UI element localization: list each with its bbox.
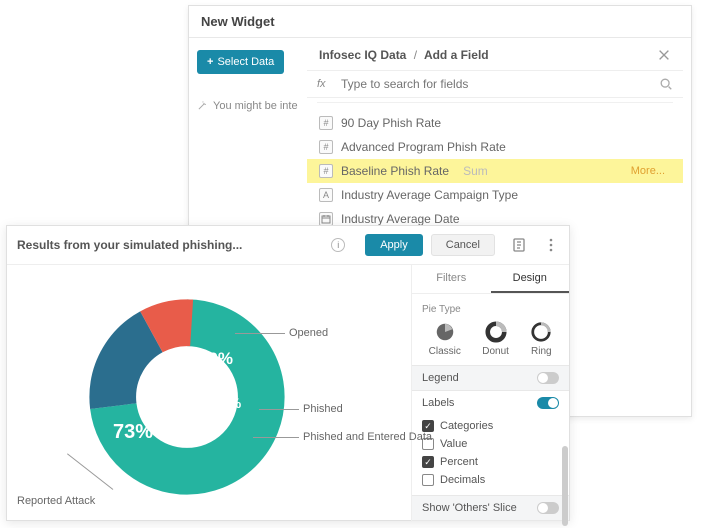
- labels-checklist: ✓Categories Value ✓Percent Decimals: [412, 415, 569, 495]
- show-others-toggle[interactable]: [537, 502, 559, 514]
- type-icon: A: [319, 188, 333, 202]
- field-search-input[interactable]: [341, 77, 651, 91]
- type-icon: #: [319, 116, 333, 130]
- hint-text: You might be inte: [213, 100, 298, 112]
- close-icon[interactable]: [657, 48, 671, 62]
- results-panel: Results from your simulated phishing... …: [6, 225, 570, 521]
- check-decimals[interactable]: Decimals: [422, 471, 559, 489]
- leader-line: [253, 437, 299, 438]
- leader-line: [259, 409, 299, 410]
- donut-chart: 19% 9% 73%: [89, 299, 285, 495]
- wand-icon: [197, 101, 207, 111]
- field-name: Advanced Program Phish Rate: [341, 140, 506, 154]
- donut-svg: [89, 299, 285, 495]
- tab-design[interactable]: Design: [491, 265, 570, 293]
- field-picker-header: Infosec IQ Data / Add a Field: [307, 40, 683, 71]
- field-item[interactable]: # Baseline Phish Rate Sum More...: [307, 159, 683, 183]
- pie-type-label: Pie Type: [412, 294, 569, 321]
- field-name: Baseline Phish Rate: [341, 164, 449, 178]
- field-picker-title: Infosec IQ Data / Add a Field: [319, 48, 489, 62]
- widget-left-column: + Select Data You might be inte: [189, 40, 307, 122]
- show-others-row: Show 'Others' Slice: [412, 495, 569, 521]
- pie-type-ring-label: Ring: [531, 346, 552, 357]
- panel-title: New Widget: [189, 6, 691, 38]
- select-data-label: Select Data: [217, 56, 274, 68]
- plus-icon: +: [207, 56, 213, 68]
- search-icon[interactable]: [659, 77, 673, 91]
- field-search-row: fx: [307, 71, 683, 98]
- results-header: Results from your simulated phishing... …: [7, 226, 569, 265]
- check-percent[interactable]: ✓Percent: [422, 453, 559, 471]
- info-icon[interactable]: i: [331, 238, 345, 252]
- results-body: 19% 9% 73% Opened Phished Phished and En…: [7, 265, 569, 522]
- label-reported: Reported Attack: [17, 495, 95, 507]
- check-value[interactable]: Value: [422, 435, 559, 453]
- pie-type-donut[interactable]: Donut: [482, 321, 509, 357]
- label-phished-entered: Phished and Entered Data: [303, 431, 432, 443]
- hint-row: You might be inte: [197, 100, 299, 112]
- labels-label: Labels: [422, 397, 454, 409]
- pie-type-ring[interactable]: Ring: [530, 321, 552, 357]
- pie-type-classic-label: Classic: [429, 346, 461, 357]
- field-item[interactable]: A Industry Average Campaign Type: [307, 183, 683, 207]
- slice-percent-reported: 73%: [113, 421, 153, 444]
- export-icon[interactable]: [511, 237, 527, 253]
- date-icon: [319, 212, 333, 226]
- design-tabs: Filters Design: [412, 265, 569, 294]
- add-field-label: Add a Field: [424, 48, 489, 62]
- type-icon: #: [319, 164, 333, 178]
- check-value-label: Value: [440, 438, 467, 450]
- label-phished: Phished: [303, 403, 343, 415]
- results-title: Results from your simulated phishing...: [17, 238, 323, 252]
- data-source-name: Infosec IQ Data: [319, 48, 406, 62]
- more-icon[interactable]: [543, 237, 559, 253]
- field-item[interactable]: # Advanced Program Phish Rate: [307, 135, 683, 159]
- field-name: Industry Average Date: [341, 212, 460, 226]
- check-categories-label: Categories: [440, 420, 493, 432]
- cancel-button[interactable]: Cancel: [431, 234, 495, 256]
- check-percent-label: Percent: [440, 456, 478, 468]
- show-others-label: Show 'Others' Slice: [422, 502, 517, 514]
- select-data-button[interactable]: + Select Data: [197, 50, 284, 74]
- pie-type-donut-label: Donut: [482, 346, 509, 357]
- leader-line: [235, 333, 285, 334]
- legend-row: Legend: [412, 365, 569, 391]
- labels-toggle[interactable]: [537, 397, 559, 409]
- legend-toggle[interactable]: [537, 372, 559, 384]
- design-scrollbar[interactable]: [562, 446, 568, 526]
- labels-row: Labels: [412, 391, 569, 415]
- check-decimals-label: Decimals: [440, 474, 485, 486]
- field-aggregation: Sum: [463, 164, 488, 178]
- pie-type-options: Classic Donut Ring: [412, 321, 569, 365]
- fx-icon: fx: [317, 78, 333, 90]
- apply-button[interactable]: Apply: [365, 234, 423, 256]
- field-name: Industry Average Campaign Type: [341, 188, 518, 202]
- tab-filters[interactable]: Filters: [412, 265, 491, 293]
- chart-area: 19% 9% 73% Opened Phished Phished and En…: [7, 265, 411, 522]
- slice-percent-opened: 19%: [199, 349, 233, 369]
- field-more-link[interactable]: More...: [631, 165, 671, 177]
- field-name: 90 Day Phish Rate: [341, 116, 441, 130]
- pie-type-classic[interactable]: Classic: [429, 321, 461, 357]
- field-list: #90 Day Phish Rate#Advanced Program Phis…: [307, 107, 683, 235]
- label-opened: Opened: [289, 327, 328, 339]
- divider: [317, 102, 673, 103]
- type-icon: #: [319, 140, 333, 154]
- slice-percent-phished: 9%: [221, 395, 241, 411]
- design-panel: Filters Design Pie Type Classic Donut Ri…: [411, 265, 569, 522]
- legend-label: Legend: [422, 372, 459, 384]
- field-item[interactable]: #90 Day Phish Rate: [307, 111, 683, 135]
- check-categories[interactable]: ✓Categories: [422, 417, 559, 435]
